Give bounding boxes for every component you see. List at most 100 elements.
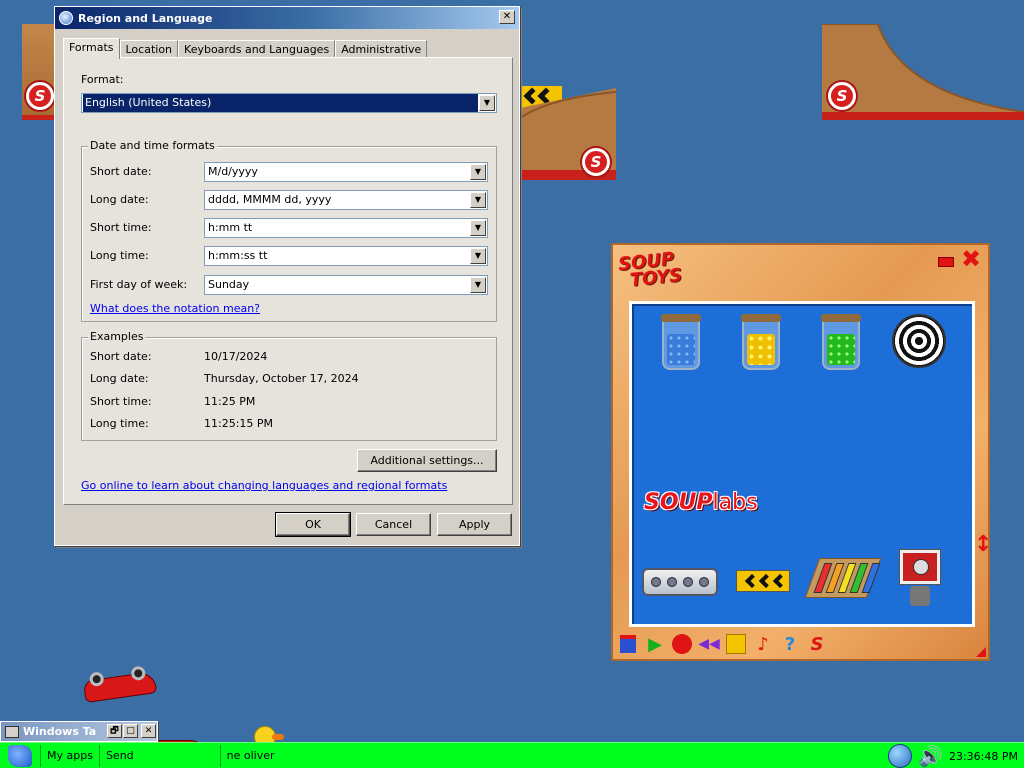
format-select[interactable]: English (United States) ▼: [81, 93, 497, 113]
system-tray: 🔊 23:36:48 PM: [888, 743, 1024, 768]
maximize-button[interactable]: □: [123, 724, 138, 738]
dialog-title: Region and Language: [78, 11, 213, 25]
souptoys-toolbar: ▶ ◀◀ ♪ ? S: [617, 631, 828, 657]
example-long-date-value: Thursday, October 17, 2024: [204, 372, 359, 385]
ramp-right-shape: [822, 24, 1024, 120]
xylophone-icon[interactable]: [804, 558, 882, 598]
taskbar: My apps Send ne oliver 🔊 23:36:48 PM: [0, 742, 1024, 768]
souplabs-light: labs: [712, 490, 758, 515]
taskbar-item-send[interactable]: Send: [98, 744, 140, 767]
chevron-down-icon[interactable]: ▼: [479, 95, 495, 111]
datetime-formats-group: Date and time formats Short date: M/d/yy…: [81, 139, 497, 322]
format-label: Format:: [81, 73, 124, 86]
examples-group: Examples Short date: 10/17/2024 Long dat…: [81, 330, 497, 441]
wooden-ramp-left: S: [22, 24, 56, 120]
network-globe-icon[interactable]: [888, 744, 913, 768]
help-icon[interactable]: ?: [779, 633, 801, 655]
restore-button[interactable]: 🗗: [107, 724, 122, 738]
formats-panel: Format: English (United States) ▼ Date a…: [63, 57, 513, 505]
short-time-label: Short time:: [90, 221, 152, 234]
taskbar-item-oliver[interactable]: ne oliver: [219, 744, 281, 767]
apply-button[interactable]: Apply: [437, 513, 512, 536]
close-button[interactable]: ✕: [141, 724, 156, 738]
online-help-link[interactable]: Go online to learn about changing langua…: [81, 479, 447, 492]
long-time-value: h:mm:ss tt: [208, 249, 268, 262]
rewind-icon[interactable]: ◀◀: [698, 633, 720, 655]
globe-icon: [59, 11, 73, 25]
tab-formats[interactable]: Formats: [63, 38, 120, 59]
souptoys-logo: SOUP TOYS: [617, 248, 684, 292]
tab-keyboards-languages[interactable]: Keyboards and Languages: [178, 40, 336, 58]
start-button[interactable]: [0, 743, 40, 768]
spiral-icon[interactable]: [892, 314, 946, 368]
example-long-time-value: 11:25:15 PM: [204, 417, 274, 430]
souptoys-menu-icon[interactable]: S: [806, 633, 828, 655]
scroll-arrows-icon[interactable]: ↕: [974, 517, 992, 573]
long-date-value: dddd, MMMM dd, yyyy: [208, 193, 332, 206]
first-day-label: First day of week:: [90, 278, 188, 291]
example-short-date-label: Short date:: [90, 350, 152, 363]
red-toy-car[interactable]: [82, 665, 158, 703]
chevron-down-icon[interactable]: ▼: [470, 164, 486, 180]
green-balls-jar-icon[interactable]: [821, 314, 861, 370]
dialog-titlebar[interactable]: Region and Language: [55, 7, 519, 29]
long-date-select[interactable]: dddd, MMMM dd, yyyy ▼: [204, 190, 488, 210]
souptoys-logo-line2: TOYS: [628, 264, 684, 292]
windows-task-mini-window[interactable]: Windows Ta 🗗 □ ✕: [0, 721, 158, 742]
example-long-time-label: Long time:: [90, 417, 149, 430]
record-icon[interactable]: [671, 633, 693, 655]
long-date-label: Long date:: [90, 193, 149, 206]
souplabs-logo: SOUPlabs: [644, 490, 758, 515]
chevron-down-icon[interactable]: ▼: [470, 192, 486, 208]
souptoys-window: SOUP TOYS ✖ SOUPlabs ↕ ▶ ◀◀ ♪ ? S: [611, 243, 992, 661]
chevron-down-icon[interactable]: ▼: [470, 277, 486, 293]
toolbox-icon[interactable]: [617, 633, 639, 655]
short-time-value: h:mm tt: [208, 221, 253, 234]
mini-window-title: Windows Ta: [23, 725, 97, 738]
souptoys-s-icon: S: [582, 148, 610, 176]
toy-palette-panel: SOUPlabs: [629, 301, 975, 627]
notation-help-link[interactable]: What does the notation mean?: [90, 302, 260, 315]
ok-button[interactable]: OK: [275, 512, 351, 537]
volume-icon[interactable]: 🔊: [918, 744, 943, 768]
chevron-down-icon[interactable]: ▼: [470, 248, 486, 264]
first-day-select[interactable]: Sunday ▼: [204, 275, 488, 295]
long-time-select[interactable]: h:mm:ss tt ▼: [204, 246, 488, 266]
example-long-date-label: Long date:: [90, 372, 149, 385]
close-button[interactable]: ✕: [499, 10, 515, 24]
minimize-button[interactable]: [938, 257, 954, 267]
stop-icon[interactable]: [725, 633, 747, 655]
taskbar-item-my-apps[interactable]: My apps: [40, 744, 99, 767]
speed-boost-icon[interactable]: [736, 570, 790, 592]
tab-strip: Formats Location Keyboards and Languages…: [63, 38, 428, 59]
short-date-value: M/d/yyyy: [208, 165, 258, 178]
wooden-ramp-right: S: [822, 24, 1024, 120]
example-short-time-value: 11:25 PM: [204, 395, 256, 408]
blue-balls-jar-icon[interactable]: [661, 314, 701, 370]
long-time-label: Long time:: [90, 249, 149, 262]
yellow-balls-jar-icon[interactable]: [741, 314, 781, 370]
short-date-select[interactable]: M/d/yyyy ▼: [204, 162, 488, 182]
resize-grip[interactable]: [976, 647, 986, 657]
conveyor-belt-icon[interactable]: [642, 568, 718, 596]
souptoys-s-icon: S: [26, 82, 54, 110]
chevron-down-icon[interactable]: ▼: [470, 220, 486, 236]
additional-settings-button[interactable]: Additional settings...: [357, 449, 497, 472]
souptoys-s-icon: S: [828, 82, 856, 110]
first-day-value: Sunday: [208, 278, 250, 291]
window-icon: [5, 725, 19, 738]
region-language-dialog: Region and Language ✕ Formats Location K…: [54, 6, 520, 546]
example-short-date-value: 10/17/2024: [204, 350, 268, 363]
tab-location[interactable]: Location: [119, 40, 179, 58]
tab-administrative[interactable]: Administrative: [335, 40, 428, 58]
close-icon[interactable]: ✖: [961, 247, 981, 271]
music-note-icon[interactable]: ♪: [752, 633, 774, 655]
short-time-select[interactable]: h:mm tt ▼: [204, 218, 488, 238]
souplabs-bold: SOUP: [644, 490, 713, 515]
format-select-value: English (United States): [83, 94, 478, 112]
monitor-icon[interactable]: [900, 550, 940, 608]
taskbar-clock[interactable]: 23:36:48 PM: [949, 750, 1018, 763]
play-icon[interactable]: ▶: [644, 633, 666, 655]
wooden-ramp-middle: S: [520, 88, 616, 180]
cancel-button[interactable]: Cancel: [356, 513, 431, 536]
